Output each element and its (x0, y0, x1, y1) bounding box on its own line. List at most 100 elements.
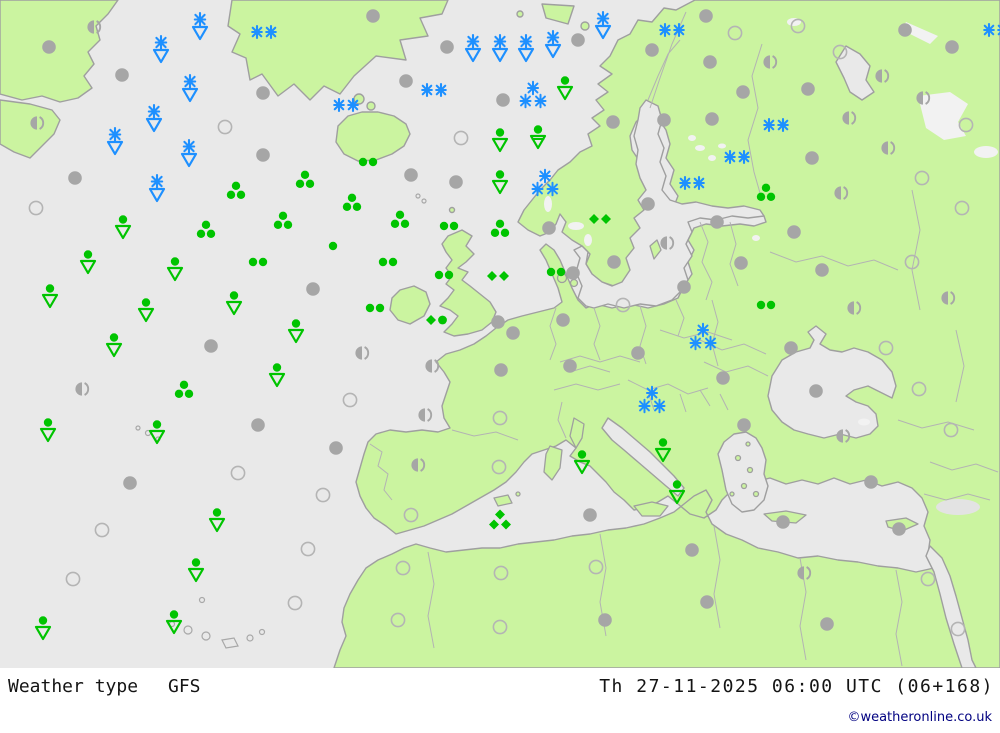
wx-cloudy-icon (389, 153, 433, 197)
wx-cloudy-icon (685, 580, 729, 624)
wx-partly-cloudy-icon (748, 40, 792, 84)
wx-rain-shower-icon (195, 498, 239, 542)
wx-cloudy-icon (719, 241, 763, 285)
wx-cloudy-icon (541, 298, 585, 342)
wx-clear-icon (203, 105, 247, 149)
wx-snow-shower-icon (139, 29, 183, 73)
wx-rain-shower-icon (28, 274, 72, 318)
wx-cloudy-icon (883, 8, 927, 52)
wx-cloudy-icon (53, 156, 97, 200)
wx-partly-cloudy-icon (821, 414, 865, 458)
map-title-label: Weather type (8, 676, 138, 697)
wx-cloudy-icon (930, 25, 974, 69)
wx-cloudy-icon (662, 265, 706, 309)
wx-clear-icon (328, 378, 372, 422)
wx-cloudy-icon (241, 133, 285, 177)
wx-partly-cloudy-icon (827, 96, 871, 140)
wx-rain-icon (261, 199, 305, 243)
wx-clear-icon (936, 607, 980, 651)
wx-cloudy-icon (27, 25, 71, 69)
wx-rain-icon (744, 171, 788, 215)
wx-clear-icon (478, 605, 522, 649)
wx-clear-icon (51, 557, 95, 601)
wx-cloudy-icon (384, 59, 428, 103)
wx-partly-cloudy-icon (410, 344, 454, 388)
wx-rain-shower-icon (92, 323, 136, 367)
model-label: GFS (168, 676, 201, 697)
wx-rain-shower-icon (21, 606, 65, 650)
wx-clear-icon (479, 551, 523, 595)
wx-rain-shower-icon (543, 66, 587, 110)
wx-cloudy-icon (583, 598, 627, 642)
wx-cloudy-icon (568, 493, 612, 537)
wx-light-rain-icon (744, 283, 788, 327)
wx-clear-icon (216, 451, 260, 495)
wx-clear-icon (601, 283, 645, 327)
wx-rain-shower-icon (174, 548, 218, 592)
wx-cloudy-icon (481, 78, 525, 122)
wx-partly-cloudy-icon (782, 551, 826, 595)
wx-rain-shower-icon (212, 281, 256, 325)
wx-snow-shower-icon (178, 6, 222, 50)
wx-rain-shower-icon (152, 600, 196, 644)
wx-rain-shower-icon (135, 410, 179, 454)
wx-partly-cloudy-icon (403, 393, 447, 437)
wx-cloudy-icon (241, 71, 285, 115)
wx-light-rain-icon (366, 240, 410, 284)
wx-cloudy-icon (527, 206, 571, 250)
wx-partly-cloudy-icon (860, 54, 904, 98)
wx-cloudy-icon (434, 160, 478, 204)
wx-cloudy-icon (425, 25, 469, 69)
wx-cloudy-icon (630, 28, 674, 72)
weather-symbol-layer (0, 0, 1000, 668)
wx-clear-icon (286, 527, 330, 571)
weather-map-page: Weather type GFS Th 27-11-2025 06:00 UTC… (0, 0, 1000, 733)
wx-rain-shower-icon (560, 440, 604, 484)
wx-cloudy-icon (351, 0, 395, 38)
wx-clear-icon (376, 598, 420, 642)
wx-cloudy-icon (626, 182, 670, 226)
wx-cloudy-icon (761, 500, 805, 544)
wx-cloudy-icon (670, 528, 714, 572)
wx-cloudy-icon (592, 240, 636, 284)
wx-cloudy-icon (701, 356, 745, 400)
wx-partly-cloudy-icon (60, 367, 104, 411)
wx-partly-cloudy-icon (866, 126, 910, 170)
wx-partly-cloudy-icon (901, 76, 945, 120)
wx-cloudy-icon (189, 324, 233, 368)
wx-clear-icon (574, 545, 618, 589)
wx-partly-cloudy-icon (340, 331, 384, 375)
wx-rain-shower-icon (66, 240, 110, 284)
wx-rain-shower-icon (26, 408, 70, 452)
valid-time-label: Th 27-11-2025 06:00 UTC (06+168) (599, 676, 994, 697)
wx-drizzle-icon (476, 254, 520, 298)
wx-clear-icon (940, 186, 984, 230)
wx-light-rain-icon (353, 286, 397, 330)
wx-cloudy-icon (236, 403, 280, 447)
wx-rain-shower-icon (641, 428, 685, 472)
wx-snow-shower-icon (93, 121, 137, 165)
wx-cloudy-icon (314, 426, 358, 470)
wx-cloudy-icon (690, 97, 734, 141)
wx-cloudy-icon (591, 100, 635, 144)
wx-partly-cloudy-icon (15, 101, 59, 145)
wx-rain-icon (184, 208, 228, 252)
wx-cloudy-icon (616, 331, 660, 375)
europe-weather-map (0, 0, 1000, 668)
wx-clear-icon (273, 581, 317, 625)
wx-cloudy-icon (769, 326, 813, 370)
wx-snow-icon (974, 8, 1000, 52)
wx-partly-cloudy-icon (645, 221, 689, 265)
wx-clear-icon (14, 186, 58, 230)
wx-cloudy-icon (291, 267, 335, 311)
wx-rain-shower-icon (274, 309, 318, 353)
copyright-link[interactable]: ©weatheronline.co.uk (847, 710, 992, 725)
wx-cloudy-icon (108, 461, 152, 505)
wx-snow-icon (242, 10, 286, 54)
wx-rain-icon (162, 368, 206, 412)
wx-clear-icon (477, 445, 521, 489)
footer-bar: Weather type GFS Th 27-11-2025 06:00 UTC… (0, 668, 1000, 733)
wx-rain-icon (478, 207, 522, 251)
wx-drizzle-icon (478, 498, 522, 542)
wx-partly-cloudy-icon (819, 171, 863, 215)
